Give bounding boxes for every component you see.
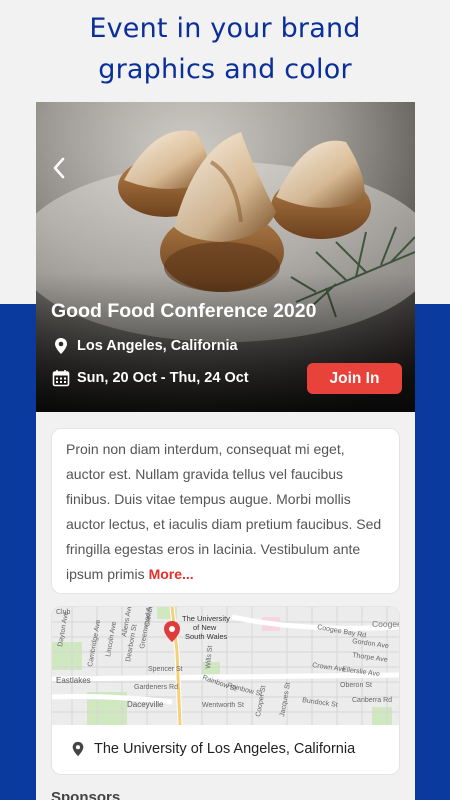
join-in-button[interactable]: Join In bbox=[307, 363, 402, 394]
promo-headline-line1: Event in your brand bbox=[89, 13, 361, 44]
more-link[interactable]: More... bbox=[149, 566, 194, 582]
event-location: Los Angeles, California bbox=[51, 336, 238, 356]
event-dates-text: Sun, 20 Oct - Thu, 24 Oct bbox=[77, 370, 249, 386]
event-location-text: Los Angeles, California bbox=[77, 338, 238, 354]
map-label: Oberon St bbox=[340, 682, 372, 689]
sponsors-section-title: Sponsors bbox=[51, 789, 121, 800]
venue-address: The University of Los Angeles, Californi… bbox=[70, 741, 355, 757]
venue-map-card: Club Dayton Ave Cambridge Ave Lincoln Av… bbox=[51, 606, 400, 775]
chevron-left-icon bbox=[53, 157, 65, 179]
map-label: Wentworth St bbox=[202, 702, 244, 709]
map-pin-label-line2: of New bbox=[193, 623, 217, 632]
location-pin-icon bbox=[51, 336, 71, 356]
promo-headline-line2: graphics and color bbox=[98, 54, 352, 85]
map-label: Canberra Rd bbox=[352, 697, 392, 704]
calendar-icon bbox=[51, 368, 71, 388]
map-pin-label-line3: South Wales bbox=[185, 632, 227, 641]
event-title: Good Food Conference 2020 bbox=[51, 300, 317, 322]
venue-address-text: The University of Los Angeles, Californi… bbox=[94, 741, 356, 757]
map-label: Coogee bbox=[372, 619, 400, 629]
map-pin-label-line1: The University bbox=[182, 614, 230, 623]
event-description: Proin non diam interdum, consequat mi eg… bbox=[66, 437, 385, 587]
event-description-text: Proin non diam interdum, consequat mi eg… bbox=[66, 441, 382, 582]
back-button[interactable] bbox=[50, 154, 68, 182]
promo-headline: Event in your brand graphics and color bbox=[0, 8, 450, 90]
map-label: Gardeners Rd bbox=[134, 684, 178, 691]
app-screen: Good Food Conference 2020 Los Angeles, C… bbox=[36, 102, 415, 800]
map-label: Daceyville bbox=[127, 700, 164, 709]
venue-map[interactable]: Club Dayton Ave Cambridge Ave Lincoln Av… bbox=[52, 607, 400, 725]
event-description-card: Proin non diam interdum, consequat mi eg… bbox=[51, 428, 400, 594]
event-dates: Sun, 20 Oct - Thu, 24 Oct bbox=[51, 368, 249, 388]
event-hero: Good Food Conference 2020 Los Angeles, C… bbox=[36, 102, 415, 412]
map-label: Eastlakes bbox=[56, 676, 91, 685]
map-label: Spencer St bbox=[148, 666, 183, 673]
location-pin-icon bbox=[72, 741, 84, 757]
